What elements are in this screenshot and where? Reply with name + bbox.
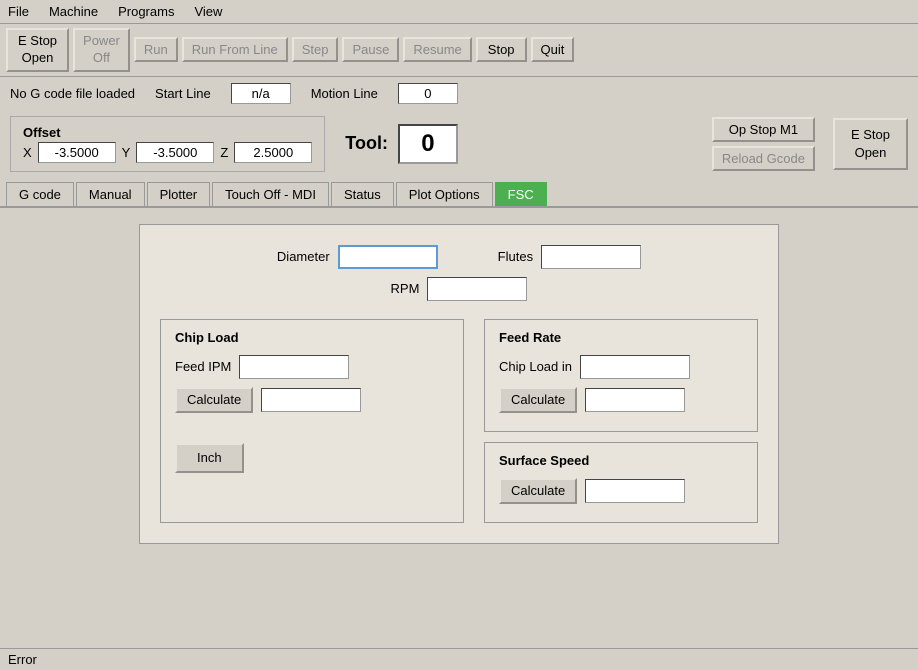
- tool-number: 0: [398, 124, 458, 164]
- start-line-label: Start Line: [155, 86, 211, 101]
- feed-rate-box: Feed Rate Chip Load in Calculate: [484, 319, 758, 432]
- step-button: Step: [292, 37, 339, 62]
- quit-button[interactable]: Quit: [531, 37, 575, 62]
- diameter-row: Diameter: [277, 245, 438, 269]
- chip-load-in-label: Chip Load in: [499, 359, 572, 374]
- tab-plotter[interactable]: Plotter: [147, 182, 211, 206]
- menu-file[interactable]: File: [4, 2, 33, 21]
- motion-line-label: Motion Line: [311, 86, 378, 101]
- fsc-sections: Chip Load Feed IPM Calculate Inch Feed R…: [160, 319, 758, 523]
- menu-view[interactable]: View: [190, 2, 226, 21]
- tool-label: Tool:: [345, 133, 388, 154]
- middle-row: Offset X Y Z Tool: 0 Op Stop M1 Reload G…: [0, 110, 918, 178]
- flutes-row: Flutes: [498, 245, 641, 269]
- feed-ipm-label: Feed IPM: [175, 359, 231, 374]
- toolbar: E Stop Open Power Off Run Run From Line …: [0, 24, 918, 77]
- right-sections: Feed Rate Chip Load in Calculate Surface…: [484, 319, 758, 523]
- estop-open-button[interactable]: E Stop Open: [6, 28, 69, 72]
- offset-group: Offset X Y Z: [10, 116, 325, 172]
- chip-load-in-input[interactable]: [580, 355, 690, 379]
- feed-rate-result: [585, 388, 685, 412]
- tab-manual[interactable]: Manual: [76, 182, 145, 206]
- chip-load-in-row: Chip Load in: [499, 355, 743, 379]
- offset-y-input[interactable]: [136, 142, 214, 163]
- inch-button[interactable]: Inch: [175, 443, 244, 473]
- tab-plot-options[interactable]: Plot Options: [396, 182, 493, 206]
- status-label: No G code file loaded: [10, 86, 135, 101]
- power-off-button: Power Off: [73, 28, 130, 72]
- chip-load-calc-row: Calculate: [175, 387, 449, 413]
- offset-z-input[interactable]: [234, 142, 312, 163]
- menubar: File Machine Programs View: [0, 0, 918, 24]
- surface-speed-box: Surface Speed Calculate: [484, 442, 758, 523]
- fsc-content: Diameter Flutes RPM Chip Load Feed IPM: [0, 208, 918, 560]
- surface-speed-result: [585, 479, 685, 503]
- chip-load-calculate-button[interactable]: Calculate: [175, 387, 253, 413]
- feed-rate-title: Feed Rate: [499, 330, 743, 345]
- diameter-input[interactable]: [338, 245, 438, 269]
- chip-load-box: Chip Load Feed IPM Calculate Inch: [160, 319, 464, 523]
- tool-display: Tool: 0: [345, 124, 458, 164]
- menu-programs[interactable]: Programs: [114, 2, 178, 21]
- tab-status[interactable]: Status: [331, 182, 394, 206]
- reload-gcode-button: Reload Gcode: [712, 146, 815, 171]
- surface-speed-calculate-button[interactable]: Calculate: [499, 478, 577, 504]
- offset-x-input[interactable]: [38, 142, 116, 163]
- tab-touch-off-mdi[interactable]: Touch Off - MDI: [212, 182, 329, 206]
- pause-button: Pause: [342, 37, 399, 62]
- inforow: No G code file loaded Start Line n/a Mot…: [0, 77, 918, 110]
- feed-rate-calc-row: Calculate: [499, 387, 743, 413]
- surface-speed-title: Surface Speed: [499, 453, 743, 468]
- rpm-row: RPM: [391, 277, 528, 301]
- status-text: Error: [8, 652, 37, 667]
- surface-speed-calc-row: Calculate: [499, 478, 743, 504]
- tab-fsc[interactable]: FSC: [495, 182, 547, 206]
- diameter-label: Diameter: [277, 249, 330, 264]
- feed-rate-calculate-button[interactable]: Calculate: [499, 387, 577, 413]
- rpm-label: RPM: [391, 281, 420, 296]
- estop-open-button-right[interactable]: E Stop Open: [833, 118, 908, 170]
- tab-gcode[interactable]: G code: [6, 182, 74, 206]
- op-stop-button[interactable]: Op Stop M1: [712, 117, 815, 142]
- offset-z-label: Z: [220, 145, 228, 160]
- tab-row: G code Manual Plotter Touch Off - MDI St…: [0, 178, 918, 208]
- run-button: Run: [134, 37, 178, 62]
- stop-button[interactable]: Stop: [476, 37, 527, 62]
- feed-ipm-input[interactable]: [239, 355, 349, 379]
- resume-button: Resume: [403, 37, 471, 62]
- fsc-panel: Diameter Flutes RPM Chip Load Feed IPM: [139, 224, 779, 544]
- menu-machine[interactable]: Machine: [45, 2, 102, 21]
- rpm-input[interactable]: [427, 277, 527, 301]
- start-line-value: n/a: [231, 83, 291, 104]
- offset-y-label: Y: [122, 145, 131, 160]
- flutes-input[interactable]: [541, 245, 641, 269]
- chip-load-result: [261, 388, 361, 412]
- statusbar: Error: [0, 648, 918, 670]
- feed-ipm-row: Feed IPM: [175, 355, 449, 379]
- chip-load-title: Chip Load: [175, 330, 449, 345]
- right-buttons: Op Stop M1 Reload Gcode: [712, 117, 815, 171]
- offset-title: Offset: [23, 125, 312, 140]
- motion-line-value: 0: [398, 83, 458, 104]
- flutes-label: Flutes: [498, 249, 533, 264]
- inch-container: Inch: [175, 443, 449, 473]
- run-from-line-button: Run From Line: [182, 37, 288, 62]
- offset-x-label: X: [23, 145, 32, 160]
